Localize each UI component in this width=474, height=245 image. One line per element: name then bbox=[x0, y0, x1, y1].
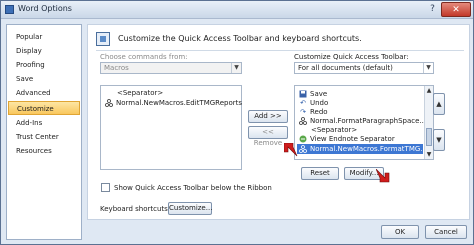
cancel-button[interactable]: Cancel bbox=[425, 225, 467, 239]
list-item[interactable]: <Separator> bbox=[115, 88, 163, 98]
panel-heading: Customize the Quick Access Toolbar and k… bbox=[118, 34, 362, 43]
nav-item-trust-center[interactable]: Trust Center bbox=[8, 130, 80, 144]
arrow-down-icon: ▼ bbox=[436, 136, 442, 144]
title-bar: Word Options ? ✕ bbox=[1, 1, 473, 19]
help-button[interactable]: ? bbox=[425, 2, 440, 17]
save-icon bbox=[299, 90, 307, 98]
move-up-button[interactable]: ▲ bbox=[433, 93, 445, 115]
customize-qat-select[interactable]: For all documents (default) ▼ bbox=[294, 62, 434, 74]
keyboard-shortcuts-label: Keyboard shortcuts: bbox=[100, 205, 171, 213]
choose-commands-label: Choose commands from: bbox=[100, 53, 188, 61]
customize-qat-value: For all documents (default) bbox=[298, 64, 393, 72]
undo-icon: ↶ bbox=[300, 99, 306, 107]
scroll-thumb[interactable] bbox=[426, 128, 432, 146]
qat-list-scrollbar[interactable]: ▲ ▼ bbox=[424, 86, 433, 159]
nav-item-display[interactable]: Display bbox=[8, 44, 80, 58]
word-options-window: Word Options ? ✕ Popular Display Proofin… bbox=[0, 0, 474, 245]
scroll-down-icon[interactable]: ▼ bbox=[425, 150, 433, 159]
annotation-arrow-icon bbox=[376, 169, 390, 183]
list-item[interactable]: View Endnote Separator bbox=[297, 134, 423, 144]
options-nav: Popular Display Proofing Save Advanced C… bbox=[6, 24, 82, 240]
reset-button[interactable]: Reset bbox=[301, 167, 339, 180]
macro-icon bbox=[105, 99, 113, 107]
available-commands-list[interactable]: <Separator> Normal.NewMacros.EditTMGRepo… bbox=[100, 85, 242, 170]
scroll-up-icon[interactable]: ▲ bbox=[425, 86, 433, 95]
nav-item-resources[interactable]: Resources bbox=[8, 144, 80, 158]
chevron-down-icon: ▼ bbox=[423, 63, 433, 73]
choose-commands-value: Macros bbox=[104, 64, 129, 72]
show-qat-below-ribbon-label[interactable]: Show Quick Access Toolbar below the Ribb… bbox=[114, 184, 272, 192]
show-qat-below-ribbon-checkbox[interactable] bbox=[101, 183, 110, 192]
arrow-up-icon: ▲ bbox=[436, 100, 442, 108]
annotation-arrow-icon bbox=[284, 143, 298, 157]
list-item[interactable]: Normal.NewMacros.FormatTMG... bbox=[297, 144, 427, 154]
nav-item-advanced[interactable]: Advanced bbox=[8, 86, 80, 100]
nav-item-proofing[interactable]: Proofing bbox=[8, 58, 80, 72]
add-button[interactable]: Add >> bbox=[248, 110, 288, 123]
nav-item-save[interactable]: Save bbox=[8, 72, 80, 86]
macro-icon bbox=[299, 117, 307, 125]
choose-commands-select[interactable]: Macros ▼ bbox=[100, 62, 242, 74]
customize-qat-label: Customize Quick Access Toolbar: bbox=[294, 53, 409, 61]
chevron-down-icon: ▼ bbox=[231, 63, 241, 73]
remove-button[interactable]: << Remove bbox=[248, 126, 288, 147]
nav-item-popular[interactable]: Popular bbox=[8, 30, 80, 44]
move-down-button[interactable]: ▼ bbox=[433, 129, 445, 151]
customize-panel: Customize the Quick Access Toolbar and k… bbox=[87, 24, 470, 220]
close-button[interactable]: ✕ bbox=[441, 2, 471, 17]
ok-button[interactable]: OK bbox=[381, 225, 419, 239]
customize-keyboard-button[interactable]: Customize... bbox=[168, 202, 212, 215]
list-item[interactable]: Normal.NewMacros.EditTMGReports bbox=[103, 98, 242, 108]
window-title: Word Options bbox=[18, 4, 72, 13]
word-app-icon bbox=[5, 5, 14, 14]
nav-item-customize[interactable]: Customize bbox=[8, 101, 80, 115]
header-divider bbox=[96, 50, 464, 51]
nav-item-add-ins[interactable]: Add-Ins bbox=[8, 116, 80, 130]
endnote-icon bbox=[299, 135, 307, 143]
redo-icon: ↷ bbox=[300, 108, 306, 116]
toolbar-customize-icon bbox=[96, 32, 110, 46]
macro-icon bbox=[299, 145, 307, 153]
qat-commands-list[interactable]: Save ↶ Undo ↷ Redo Normal.FormatParagraphS… bbox=[294, 85, 434, 160]
